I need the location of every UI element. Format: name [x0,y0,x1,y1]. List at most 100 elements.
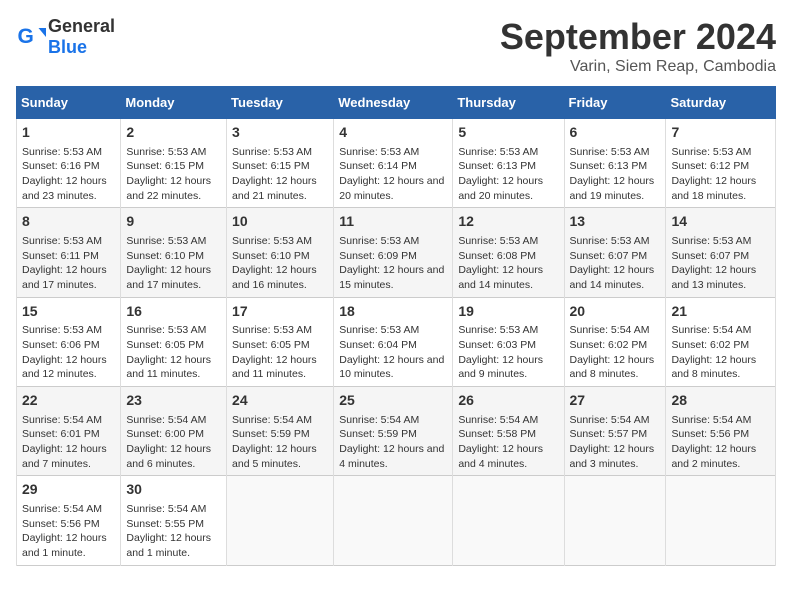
day-detail: Sunrise: 5:53 AMSunset: 6:06 PMDaylight:… [22,323,115,382]
day-detail: Sunrise: 5:54 AMSunset: 6:02 PMDaylight:… [671,323,770,382]
logo-blue-text: Blue [48,37,87,57]
calendar-cell: 8Sunrise: 5:53 AMSunset: 6:11 PMDaylight… [17,208,121,297]
day-detail: Sunrise: 5:53 AMSunset: 6:04 PMDaylight:… [339,323,447,382]
calendar-table: SundayMondayTuesdayWednesdayThursdayFrid… [16,86,776,566]
day-detail: Sunrise: 5:54 AMSunset: 5:56 PMDaylight:… [671,413,770,472]
day-number: 25 [339,391,447,411]
day-number: 26 [458,391,558,411]
calendar-cell: 1Sunrise: 5:53 AMSunset: 6:16 PMDaylight… [17,119,121,208]
day-detail: Sunrise: 5:53 AMSunset: 6:07 PMDaylight:… [671,234,770,293]
calendar-cell: 2Sunrise: 5:53 AMSunset: 6:15 PMDaylight… [121,119,227,208]
month-title: September 2024 [500,16,776,58]
day-number: 7 [671,123,770,143]
calendar-cell: 3Sunrise: 5:53 AMSunset: 6:15 PMDaylight… [227,119,334,208]
calendar-cell [666,476,776,565]
calendar-cell: 4Sunrise: 5:53 AMSunset: 6:14 PMDaylight… [334,119,453,208]
day-detail: Sunrise: 5:53 AMSunset: 6:13 PMDaylight:… [570,145,661,204]
day-detail: Sunrise: 5:54 AMSunset: 5:55 PMDaylight:… [126,502,221,561]
day-number: 22 [22,391,115,411]
calendar-cell: 11Sunrise: 5:53 AMSunset: 6:09 PMDayligh… [334,208,453,297]
day-number: 16 [126,302,221,322]
logo: G General Blue [16,16,115,58]
calendar-cell: 9Sunrise: 5:53 AMSunset: 6:10 PMDaylight… [121,208,227,297]
day-number: 30 [126,480,221,500]
calendar-cell: 14Sunrise: 5:53 AMSunset: 6:07 PMDayligh… [666,208,776,297]
calendar-cell: 19Sunrise: 5:53 AMSunset: 6:03 PMDayligh… [453,297,564,386]
day-number: 10 [232,212,328,232]
calendar-cell: 30Sunrise: 5:54 AMSunset: 5:55 PMDayligh… [121,476,227,565]
day-detail: Sunrise: 5:54 AMSunset: 6:02 PMDaylight:… [570,323,661,382]
logo-icon: G [16,22,46,52]
day-number: 2 [126,123,221,143]
calendar-cell: 22Sunrise: 5:54 AMSunset: 6:01 PMDayligh… [17,387,121,476]
calendar-cell: 13Sunrise: 5:53 AMSunset: 6:07 PMDayligh… [564,208,666,297]
day-number: 13 [570,212,661,232]
day-detail: Sunrise: 5:54 AMSunset: 5:57 PMDaylight:… [570,413,661,472]
day-number: 18 [339,302,447,322]
calendar-cell: 28Sunrise: 5:54 AMSunset: 5:56 PMDayligh… [666,387,776,476]
day-number: 3 [232,123,328,143]
calendar-week-row: 15Sunrise: 5:53 AMSunset: 6:06 PMDayligh… [17,297,776,386]
day-number: 4 [339,123,447,143]
calendar-cell: 6Sunrise: 5:53 AMSunset: 6:13 PMDaylight… [564,119,666,208]
svg-text:G: G [18,25,34,48]
calendar-cell: 5Sunrise: 5:53 AMSunset: 6:13 PMDaylight… [453,119,564,208]
day-detail: Sunrise: 5:54 AMSunset: 5:59 PMDaylight:… [339,413,447,472]
day-detail: Sunrise: 5:53 AMSunset: 6:05 PMDaylight:… [126,323,221,382]
calendar-week-row: 22Sunrise: 5:54 AMSunset: 6:01 PMDayligh… [17,387,776,476]
day-number: 20 [570,302,661,322]
calendar-week-row: 29Sunrise: 5:54 AMSunset: 5:56 PMDayligh… [17,476,776,565]
day-detail: Sunrise: 5:53 AMSunset: 6:12 PMDaylight:… [671,145,770,204]
column-header-tuesday: Tuesday [227,87,334,119]
day-number: 28 [671,391,770,411]
column-header-saturday: Saturday [666,87,776,119]
calendar-cell: 15Sunrise: 5:53 AMSunset: 6:06 PMDayligh… [17,297,121,386]
day-number: 17 [232,302,328,322]
logo-general-text: General [48,16,115,36]
day-detail: Sunrise: 5:53 AMSunset: 6:14 PMDaylight:… [339,145,447,204]
day-detail: Sunrise: 5:53 AMSunset: 6:11 PMDaylight:… [22,234,115,293]
day-number: 21 [671,302,770,322]
day-number: 24 [232,391,328,411]
calendar-cell: 27Sunrise: 5:54 AMSunset: 5:57 PMDayligh… [564,387,666,476]
page-header: G General Blue September 2024 Varin, Sie… [16,16,776,76]
day-detail: Sunrise: 5:53 AMSunset: 6:08 PMDaylight:… [458,234,558,293]
day-detail: Sunrise: 5:53 AMSunset: 6:07 PMDaylight:… [570,234,661,293]
calendar-cell: 16Sunrise: 5:53 AMSunset: 6:05 PMDayligh… [121,297,227,386]
day-number: 9 [126,212,221,232]
calendar-cell: 21Sunrise: 5:54 AMSunset: 6:02 PMDayligh… [666,297,776,386]
day-number: 5 [458,123,558,143]
calendar-cell: 12Sunrise: 5:53 AMSunset: 6:08 PMDayligh… [453,208,564,297]
calendar-cell: 26Sunrise: 5:54 AMSunset: 5:58 PMDayligh… [453,387,564,476]
day-detail: Sunrise: 5:53 AMSunset: 6:15 PMDaylight:… [232,145,328,204]
day-number: 23 [126,391,221,411]
calendar-week-row: 1Sunrise: 5:53 AMSunset: 6:16 PMDaylight… [17,119,776,208]
calendar-cell [564,476,666,565]
day-number: 8 [22,212,115,232]
calendar-header-row: SundayMondayTuesdayWednesdayThursdayFrid… [17,87,776,119]
calendar-cell: 29Sunrise: 5:54 AMSunset: 5:56 PMDayligh… [17,476,121,565]
calendar-cell [227,476,334,565]
calendar-week-row: 8Sunrise: 5:53 AMSunset: 6:11 PMDaylight… [17,208,776,297]
calendar-cell: 20Sunrise: 5:54 AMSunset: 6:02 PMDayligh… [564,297,666,386]
day-number: 11 [339,212,447,232]
location-subtitle: Varin, Siem Reap, Cambodia [500,58,776,76]
day-detail: Sunrise: 5:54 AMSunset: 5:56 PMDaylight:… [22,502,115,561]
day-detail: Sunrise: 5:54 AMSunset: 6:01 PMDaylight:… [22,413,115,472]
day-detail: Sunrise: 5:53 AMSunset: 6:16 PMDaylight:… [22,145,115,204]
calendar-cell: 23Sunrise: 5:54 AMSunset: 6:00 PMDayligh… [121,387,227,476]
day-number: 6 [570,123,661,143]
day-number: 19 [458,302,558,322]
column-header-friday: Friday [564,87,666,119]
day-detail: Sunrise: 5:54 AMSunset: 5:59 PMDaylight:… [232,413,328,472]
calendar-cell: 7Sunrise: 5:53 AMSunset: 6:12 PMDaylight… [666,119,776,208]
day-detail: Sunrise: 5:53 AMSunset: 6:15 PMDaylight:… [126,145,221,204]
day-detail: Sunrise: 5:53 AMSunset: 6:09 PMDaylight:… [339,234,447,293]
column-header-sunday: Sunday [17,87,121,119]
day-detail: Sunrise: 5:53 AMSunset: 6:13 PMDaylight:… [458,145,558,204]
day-detail: Sunrise: 5:54 AMSunset: 6:00 PMDaylight:… [126,413,221,472]
calendar-cell: 18Sunrise: 5:53 AMSunset: 6:04 PMDayligh… [334,297,453,386]
column-header-monday: Monday [121,87,227,119]
day-detail: Sunrise: 5:53 AMSunset: 6:10 PMDaylight:… [126,234,221,293]
day-number: 14 [671,212,770,232]
